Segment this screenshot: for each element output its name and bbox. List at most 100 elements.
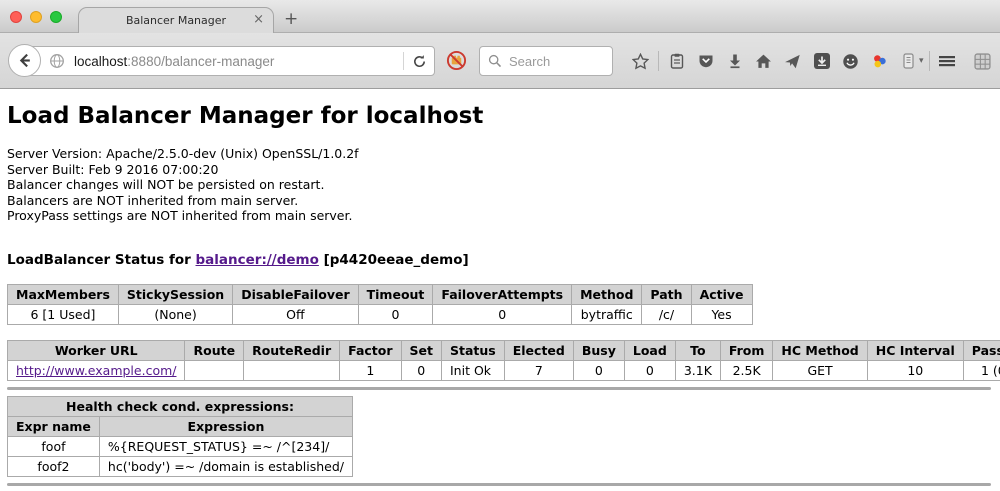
to-value: 3.1K [675,360,720,380]
route-value [185,360,244,380]
col-expr-name: Expr name [8,416,100,436]
expr-name-value: foof2 [8,456,100,476]
tab-close-icon[interactable]: × [253,12,264,28]
page-title: Load Balancer Manager for localhost [7,103,993,129]
stickysession-value: (None) [118,304,232,324]
plugin-blocked-icon[interactable] [446,50,467,75]
minimize-window-button[interactable] [30,11,42,23]
busy-value: 0 [573,360,624,380]
col-passes: Passes [963,340,1000,360]
divider [7,387,991,390]
method-value: bytraffic [572,304,642,324]
home-icon[interactable] [749,53,778,70]
status-heading-prefix: LoadBalancer Status for [7,252,196,268]
server-version-line: Server Version: Apache/2.5.0-dev (Unix) … [7,146,993,162]
worker-url-link[interactable]: http://www.example.com/ [16,363,176,378]
bookmark-star-icon[interactable] [626,53,655,70]
col-hc-interval: HC Interval [867,340,963,360]
col-elected: Elected [504,340,573,360]
zoom-window-button[interactable] [50,11,62,23]
url-domain: localhost [74,54,127,69]
feedback-smiley-icon[interactable] [836,53,865,70]
reload-button[interactable] [404,54,434,69]
search-input[interactable] [509,54,601,69]
new-tab-button[interactable]: + [284,9,298,29]
worker-header-row: Worker URL Route RouteRedir Factor Set S… [8,340,1000,360]
server-built-line: Server Built: Feb 9 2016 07:00:20 [7,162,993,178]
title-bar: Balancer Manager × + [0,0,1000,33]
menu-hamburger-icon[interactable] [933,53,962,69]
url-text[interactable]: localhost:8880/balancer-manager [74,54,274,69]
balancer-settings-table: MaxMembers StickySession DisableFailover… [7,284,753,325]
col-set: Set [401,340,441,360]
col-timeout: Timeout [358,284,433,304]
search-icon [488,54,502,68]
elected-value: 7 [504,360,573,380]
expr-name-value: foof [8,436,100,456]
close-window-button[interactable] [10,11,22,23]
col-factor: Factor [340,340,401,360]
health-check-table: Health check cond. expressions: Expr nam… [7,396,353,477]
colors-dots-icon[interactable] [865,53,894,70]
screenshot-grid-icon[interactable] [968,53,997,70]
col-stickysession: StickySession [118,284,232,304]
expression-value: %{REQUEST_STATUS} =~ /^[234]/ [99,436,352,456]
col-to: To [675,340,720,360]
from-value: 2.5K [720,360,773,380]
balancers-note-line: Balancers are NOT inherited from main se… [7,193,993,209]
download-arrow-icon[interactable] [720,53,749,69]
chevron-down-icon[interactable]: ▾ [919,56,924,66]
page-content: Load Balancer Manager for localhost Serv… [0,90,1000,491]
proxypass-note-line: ProxyPass settings are NOT inherited fro… [7,208,993,224]
expression-value: hc('body') =~ /domain is established/ [99,456,352,476]
col-busy: Busy [573,340,624,360]
health-table-caption: Health check cond. expressions: [8,396,353,416]
col-failoverattempts: FailoverAttempts [433,284,572,304]
factor-value: 1 [340,360,401,380]
status-heading-suffix: [p4420eeae_demo] [319,252,469,268]
hc-method-value: GET [773,360,867,380]
path-value: /c/ [642,304,691,324]
col-route: Route [185,340,244,360]
balancer-data-row: 6 [1 Used] (None) Off 0 0 bytraffic /c/ … [8,304,753,324]
pocket-icon[interactable] [691,53,720,69]
toolbar-buttons: ▾ [626,46,997,76]
col-expression: Expression [99,416,352,436]
tab-title: Balancer Manager [126,14,226,27]
maxmembers-value: 6 [1 Used] [8,304,119,324]
col-load: Load [624,340,675,360]
load-value: 0 [624,360,675,380]
clipboard-icon[interactable] [662,53,691,69]
window-controls [10,11,62,23]
hc-interval-value: 10 [867,360,963,380]
divider [7,483,991,486]
balancer-demo-link[interactable]: balancer://demo [196,252,319,268]
col-from: From [720,340,773,360]
url-path: :8880/balancer-manager [127,54,274,69]
site-identity-globe-icon[interactable] [49,53,65,69]
col-worker-url: Worker URL [8,340,185,360]
health-row-foof: foof %{REQUEST_STATUS} =~ /^[234]/ [8,436,353,456]
send-plane-icon[interactable] [778,53,807,70]
balancer-header-row: MaxMembers StickySession DisableFailover… [8,284,753,304]
col-routeredir: RouteRedir [244,340,340,360]
routeredir-value [244,360,340,380]
video-download-icon[interactable] [807,53,836,69]
status-value: Init Ok [442,360,505,380]
health-header-row: Expr name Expression [8,416,353,436]
back-button[interactable] [8,44,41,77]
worker-data-row: http://www.example.com/ 1 0 Init Ok 7 0 … [8,360,1000,380]
worker-status-table: Worker URL Route RouteRedir Factor Set S… [7,340,1000,381]
navigation-toolbar: localhost:8880/balancer-manager [0,33,1000,89]
search-box[interactable] [479,46,613,76]
tab-balancer-manager[interactable]: Balancer Manager × [78,7,274,33]
persist-note-line: Balancer changes will NOT be persisted o… [7,177,993,193]
col-hc-method: HC Method [773,340,867,360]
active-value: Yes [691,304,752,324]
toolbar-divider [929,51,930,71]
url-bar[interactable]: localhost:8880/balancer-manager [24,46,435,76]
browser-window: Balancer Manager × + localhost:8880/bala… [0,0,1000,491]
timeout-value: 0 [358,304,433,324]
col-active: Active [691,284,752,304]
passes-value: 1 (0) [963,360,1000,380]
